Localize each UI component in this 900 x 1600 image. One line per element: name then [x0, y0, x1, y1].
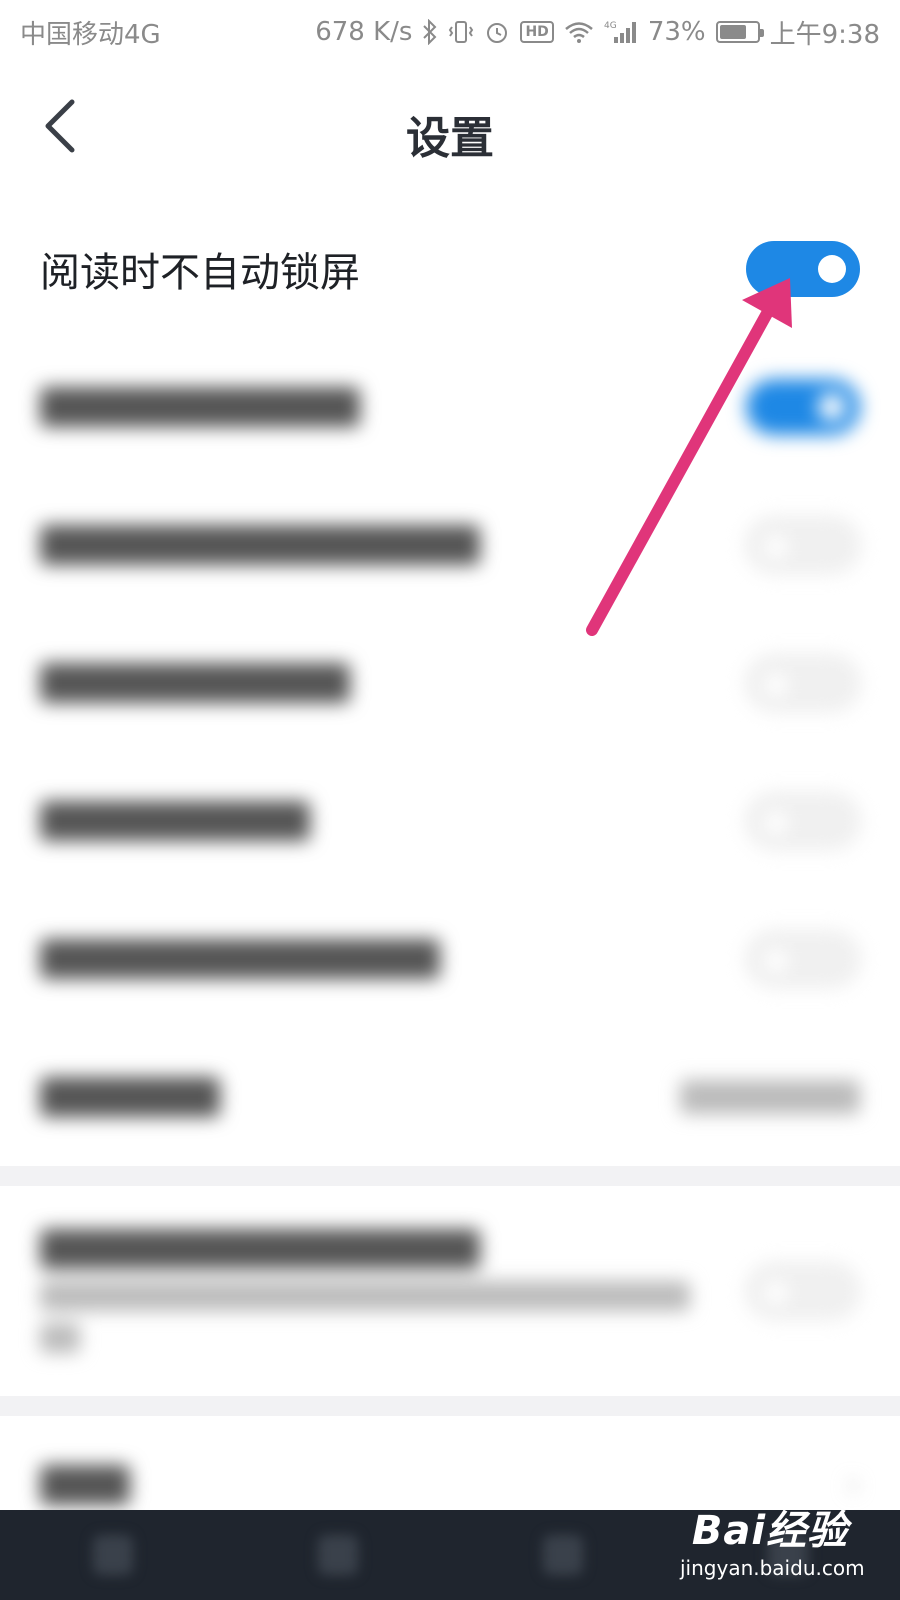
- clock-text: 上午9:38: [769, 19, 880, 50]
- watermark-url: jingyan.baidu.com: [680, 1556, 865, 1580]
- blurred-label-block: [40, 387, 360, 427]
- blurred-sub-block: [40, 1281, 690, 1311]
- blurred-toggle[interactable]: [746, 379, 860, 435]
- setting-row-blurred: [0, 476, 900, 614]
- blurred-label-block: [40, 663, 350, 703]
- blurred-value-block: [680, 1080, 860, 1114]
- setting-row-blurred: [0, 614, 900, 752]
- blurred-toggle[interactable]: [746, 793, 860, 849]
- bottom-nav-item[interactable]: [542, 1535, 583, 1575]
- keep-screen-on-toggle[interactable]: [746, 241, 860, 297]
- toggle-knob: [818, 393, 846, 421]
- carrier-text: 中国移动4G: [20, 19, 161, 50]
- battery-icon: [715, 21, 764, 43]
- blurred-toggle[interactable]: [746, 931, 860, 987]
- settings-list: 阅读时不自动锁屏 ›: [0, 200, 900, 1554]
- blurred-toggle[interactable]: [746, 517, 860, 573]
- status-left: 中国移动4G: [20, 14, 161, 51]
- blurred-label-block: [40, 1077, 220, 1117]
- wifi-icon: [564, 20, 594, 44]
- blurred-label-block: [40, 525, 480, 565]
- page-title: 设置: [406, 113, 494, 164]
- toggle-knob: [762, 809, 790, 837]
- toggle-knob: [762, 671, 790, 699]
- net-speed-text: 678 K/s: [315, 17, 413, 47]
- blurred-label-block: [40, 1229, 480, 1269]
- bottom-nav-item[interactable]: [317, 1535, 358, 1575]
- bluetooth-icon: [422, 19, 438, 45]
- baidu-jingyan-watermark: Bai经验 jingyan.baidu.com: [680, 1498, 865, 1580]
- blurred-label-block: [40, 939, 440, 979]
- setting-label: 阅读时不自动锁屏: [40, 250, 360, 296]
- blurred-toggle[interactable]: [746, 1263, 860, 1319]
- status-bar: 中国移动4G 678 K/s HD 4G 73% 上午9:38: [0, 0, 900, 64]
- status-right: 678 K/s HD 4G 73% 上午9:38: [315, 14, 880, 51]
- battery-percent-text: 73%: [647, 17, 706, 47]
- toggle-knob: [762, 533, 790, 561]
- battery-fill: [719, 25, 746, 39]
- setting-row-blurred: [0, 1186, 900, 1396]
- blurred-label-block: [40, 801, 310, 841]
- bottom-nav-item[interactable]: [92, 1535, 133, 1575]
- toggle-knob: [762, 947, 790, 975]
- watermark-logo: Bai经验: [691, 1508, 849, 1554]
- alarm-icon: [484, 19, 510, 45]
- section-separator: [0, 1166, 900, 1186]
- network-type-label: 4G: [604, 21, 617, 31]
- vibrate-icon: [448, 19, 474, 45]
- signal-icon: 4G: [604, 19, 638, 45]
- setting-row-blurred: [0, 338, 900, 476]
- navigation-bar: 设置: [0, 64, 900, 194]
- toggle-knob: [818, 255, 846, 283]
- toggle-knob: [762, 1279, 790, 1307]
- setting-row-blurred: [0, 752, 900, 890]
- setting-row-blurred[interactable]: [0, 1028, 900, 1166]
- hd-badge: HD: [520, 21, 554, 43]
- blurred-text-group: [40, 1229, 720, 1353]
- setting-row-blurred: [0, 890, 900, 1028]
- blurred-sub-block: [40, 1323, 80, 1353]
- blurred-toggle[interactable]: [746, 655, 860, 711]
- blurred-label-block: [40, 1465, 130, 1505]
- setting-row-keep-screen-on: 阅读时不自动锁屏: [0, 200, 900, 338]
- section-separator: [0, 1396, 900, 1416]
